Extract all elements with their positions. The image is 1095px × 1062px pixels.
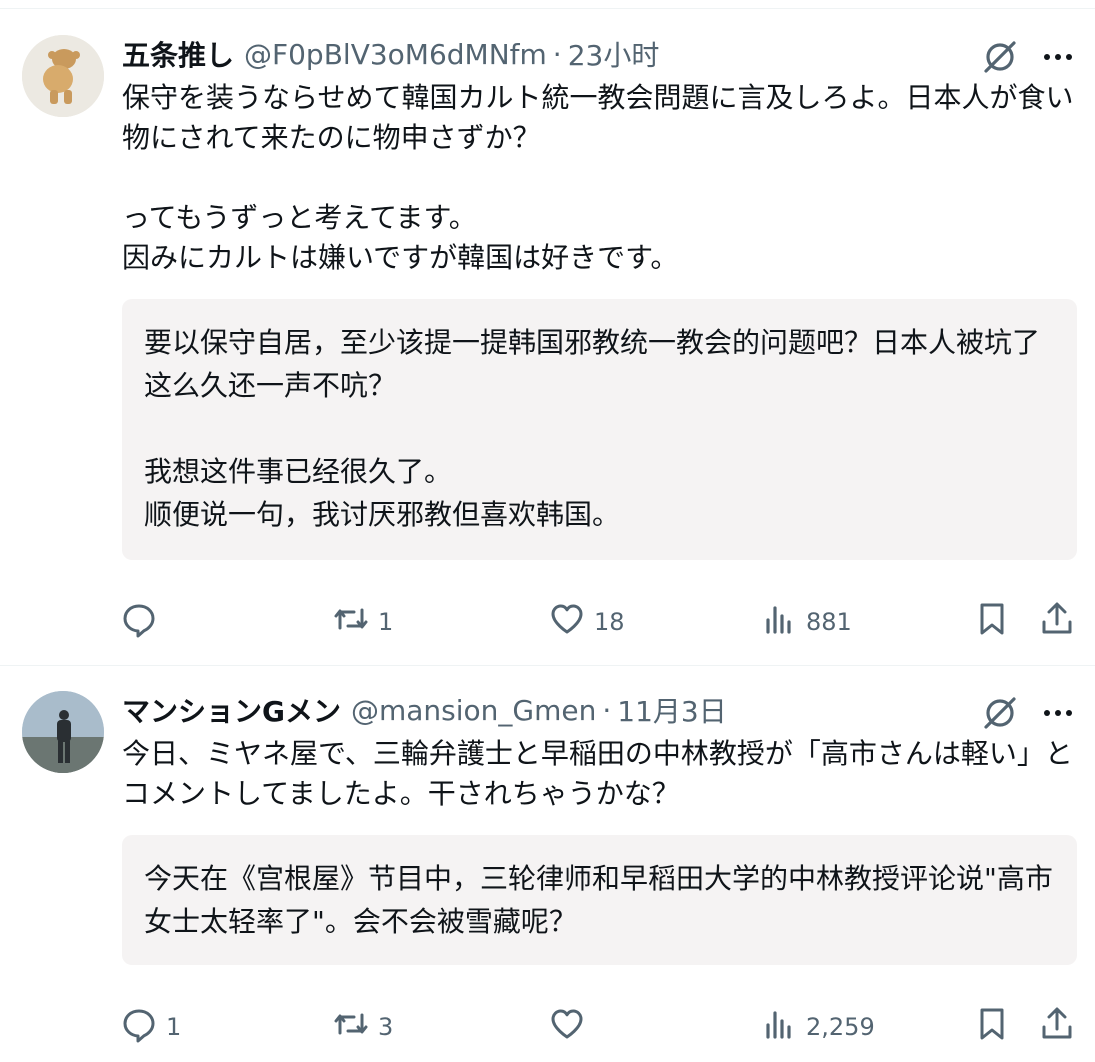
- retweet-icon: [332, 1005, 370, 1049]
- tweet[interactable]: マンションGメン @mansion_Gmen · 11月3日 今日、ミヤネ屋で、…: [0, 666, 1095, 1062]
- like-count: 18: [594, 608, 625, 636]
- reply-count: 1: [166, 1013, 182, 1041]
- bookmark-button[interactable]: [973, 597, 1011, 647]
- views-button[interactable]: 881: [760, 597, 852, 647]
- more-icon[interactable]: [1038, 693, 1078, 733]
- reply-button[interactable]: [120, 597, 166, 647]
- views-icon: [760, 600, 798, 644]
- more-icon[interactable]: [1038, 37, 1078, 77]
- user-handle[interactable]: @F0pBlV3oM6dMNfm: [244, 38, 547, 71]
- avatar[interactable]: [22, 691, 104, 773]
- timestamp[interactable]: 11月3日: [617, 690, 726, 730]
- retweet-button[interactable]: 3: [332, 1002, 393, 1052]
- share-icon: [1038, 1005, 1076, 1049]
- timestamp[interactable]: 23小时: [568, 34, 660, 74]
- action-bar: 1 18 881: [120, 597, 1080, 647]
- views-count: 881: [806, 608, 852, 636]
- reply-icon: [120, 600, 158, 644]
- tweet-header: 五条推し @F0pBlV3oM6dMNfm · 23小时: [122, 32, 659, 76]
- tweet[interactable]: 五条推し @F0pBlV3oM6dMNfm · 23小时 保守を装うならせめて韓…: [0, 10, 1095, 666]
- tweet-header: マンションGメン @mansion_Gmen · 11月3日: [122, 688, 727, 732]
- grok-icon[interactable]: [980, 693, 1020, 733]
- action-bar: 1 3 2,259: [120, 1002, 1080, 1052]
- share-button[interactable]: [1038, 1002, 1076, 1052]
- tweet-text: 今日、ミヤネ屋で、三輪弁護士と早稲田の中林教授が「高市さんは軽い」とコメントして…: [122, 737, 1073, 810]
- retweet-button[interactable]: 1: [332, 597, 393, 647]
- views-count: 2,259: [806, 1013, 875, 1041]
- display-name[interactable]: マンションGメン: [122, 690, 341, 730]
- bookmark-icon: [973, 600, 1011, 644]
- heart-icon: [548, 1005, 586, 1049]
- heart-icon: [548, 600, 586, 644]
- display-name[interactable]: 五条推し: [122, 34, 234, 74]
- top-divider: [0, 0, 1095, 9]
- avatar[interactable]: [22, 35, 104, 117]
- views-icon: [760, 1005, 798, 1049]
- like-button[interactable]: [548, 1002, 594, 1052]
- share-icon: [1038, 600, 1076, 644]
- bookmark-icon: [973, 1005, 1011, 1049]
- reply-button[interactable]: 1: [120, 1002, 181, 1052]
- translation-box: 要以保守自居，至少该提一提韩国邪教统一教会的问题吧？日本人被坑了这么久还一声不吭…: [122, 299, 1077, 560]
- grok-icon[interactable]: [980, 37, 1020, 77]
- views-button[interactable]: 2,259: [760, 1002, 875, 1052]
- translation-text: 要以保守自居，至少该提一提韩国邪教统一教会的问题吧？日本人被坑了这么久还一声不吭…: [144, 326, 1041, 531]
- retweet-icon: [332, 600, 370, 644]
- translation-text: 今天在《宫根屋》节目中，三轮律师和早稻田大学的中林教授评论说"高市女士太轻率了"…: [144, 862, 1053, 938]
- like-button[interactable]: 18: [548, 597, 625, 647]
- retweet-count: 1: [378, 608, 394, 636]
- reply-icon: [120, 1005, 158, 1049]
- share-button[interactable]: [1038, 597, 1076, 647]
- user-handle[interactable]: @mansion_Gmen: [351, 694, 596, 727]
- separator: ·: [552, 37, 562, 71]
- tweet-text: 保守を装うならせめて韓国カルト統一教会問題に言及しろよ。日本人が食い物にされて来…: [122, 81, 1074, 274]
- retweet-count: 3: [378, 1013, 394, 1041]
- translation-box: 今天在《宫根屋》节目中，三轮律师和早稻田大学的中林教授评论说"高市女士太轻率了"…: [122, 835, 1077, 965]
- bookmark-button[interactable]: [973, 1002, 1011, 1052]
- separator: ·: [602, 693, 612, 727]
